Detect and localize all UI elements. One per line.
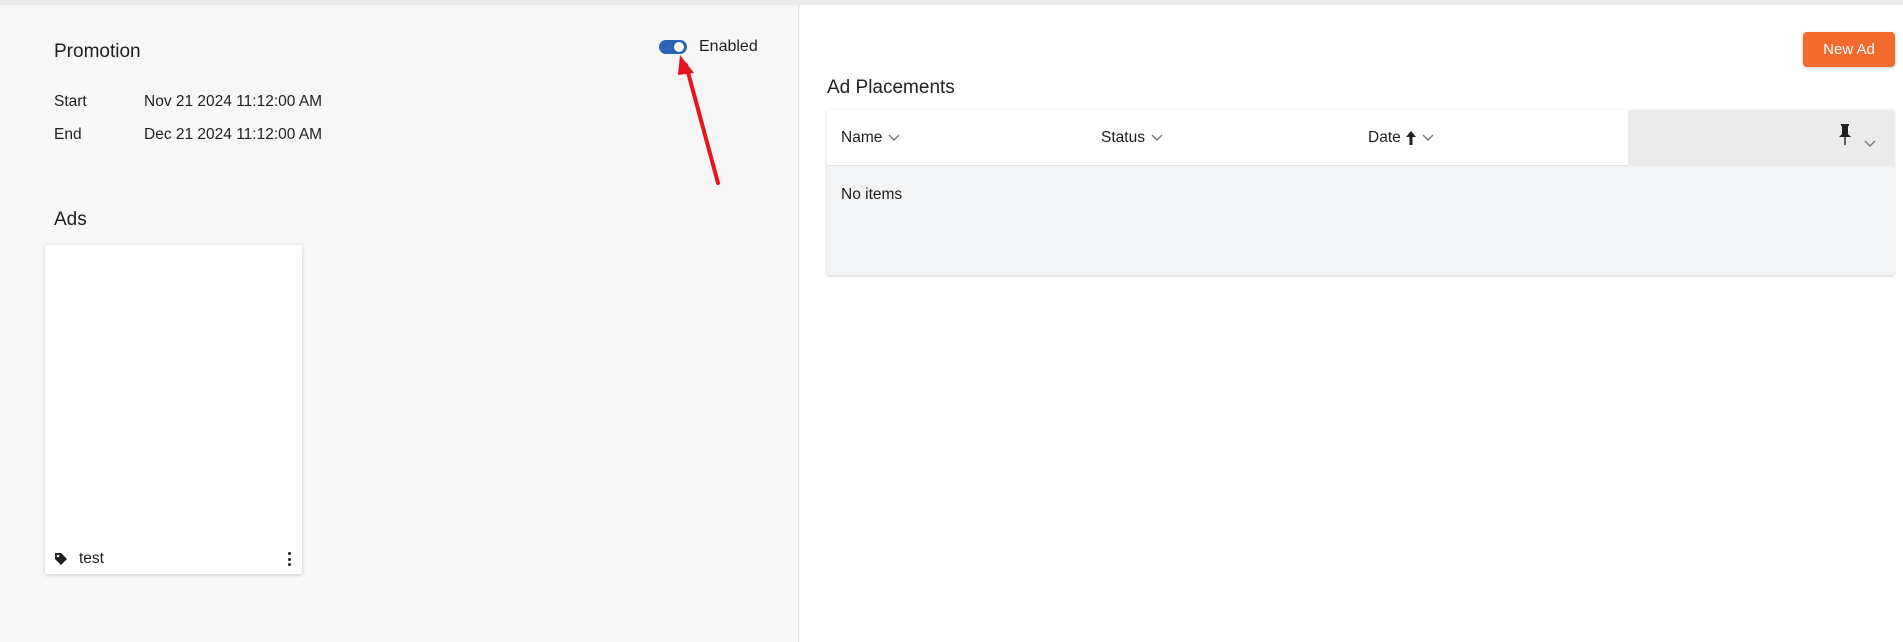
column-label-date: Date — [1368, 129, 1401, 146]
start-row: Start Nov 21 2024 11:12:00 AM — [54, 93, 322, 111]
column-label-status: Status — [1101, 129, 1145, 146]
placements-title: Ad Placements — [827, 77, 955, 98]
column-label-name: Name — [841, 129, 883, 146]
pin-icon[interactable] — [1838, 124, 1852, 146]
annotation-arrow-icon — [678, 55, 720, 185]
start-label: Start — [54, 93, 87, 110]
promotion-title: Promotion — [54, 41, 141, 62]
ads-title: Ads — [54, 209, 87, 230]
ad-card-footer: test — [45, 544, 302, 574]
ad-card[interactable]: test — [45, 245, 302, 574]
start-value: Nov 21 2024 11:12:00 AM — [144, 93, 323, 110]
sort-ascending-icon — [1405, 131, 1416, 145]
new-ad-button[interactable]: New Ad — [1803, 32, 1895, 67]
column-header-date[interactable]: Date — [1368, 110, 1434, 166]
enabled-toggle[interactable] — [659, 40, 687, 54]
chevron-down-icon[interactable] — [1864, 140, 1876, 148]
chevron-down-icon — [1422, 134, 1434, 141]
chevron-down-icon — [1151, 134, 1163, 141]
more-options-icon[interactable] — [285, 551, 293, 567]
chevron-down-icon — [888, 134, 900, 141]
empty-state-text: No items — [841, 186, 903, 203]
tag-icon — [55, 553, 67, 565]
toggle-knob — [674, 42, 684, 52]
column-header-status[interactable]: Status — [1101, 110, 1163, 166]
end-value: Dec 21 2024 11:12:00 AM — [144, 126, 323, 143]
ad-name: test — [79, 550, 104, 567]
table-header: Name Status Date — [827, 110, 1894, 166]
placements-table: Name Status Date No items — [827, 110, 1894, 275]
end-row: End Dec 21 2024 11:12:00 AM — [54, 126, 322, 144]
end-label: End — [54, 126, 82, 143]
column-pin-area — [1628, 110, 1894, 166]
column-header-name[interactable]: Name — [841, 110, 900, 166]
promotion-panel: Promotion Enabled Start Nov 21 2024 11:1… — [0, 5, 799, 642]
placements-panel: New Ad Ad Placements Name Status Date No… — [800, 5, 1903, 642]
